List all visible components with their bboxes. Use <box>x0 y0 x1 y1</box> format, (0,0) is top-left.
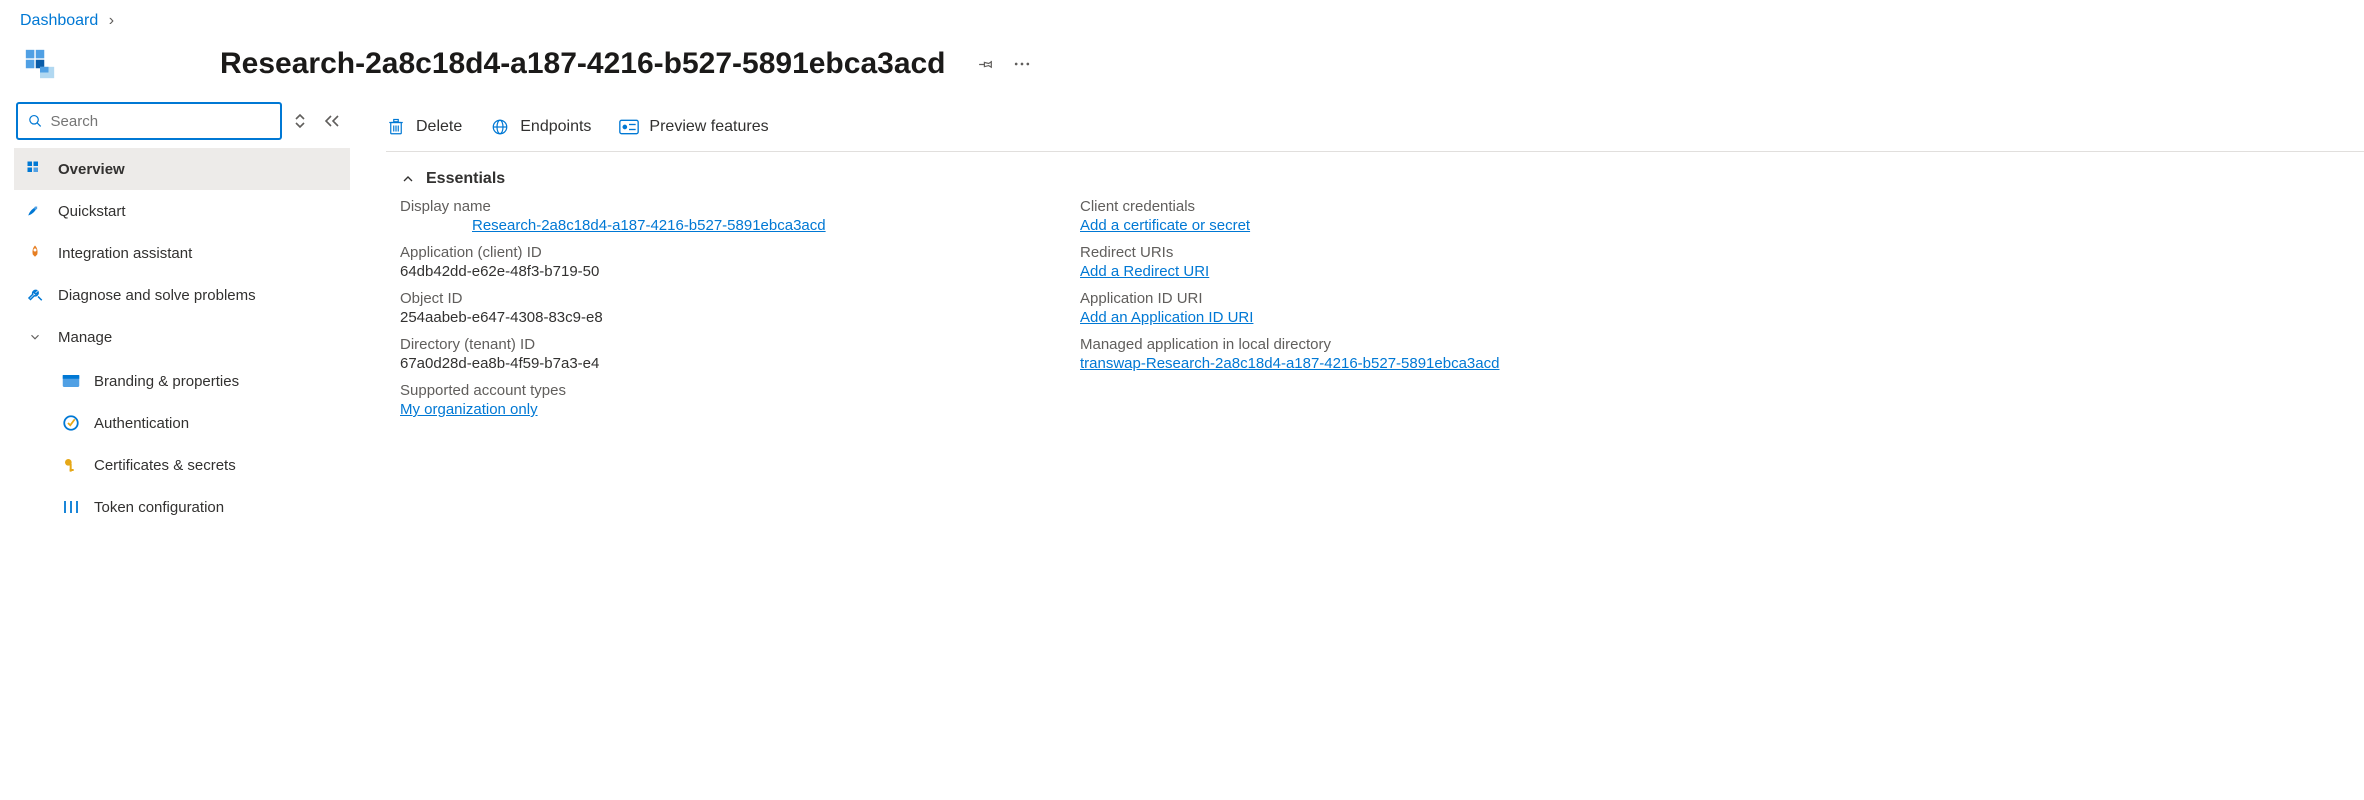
toolbar-label: Preview features <box>649 118 768 136</box>
field-object-id: Object ID 254aabeb-e647-4308-83c9-e8 <box>400 290 1040 326</box>
pin-icon <box>977 55 995 73</box>
sort-toggle[interactable] <box>294 113 312 129</box>
preview-icon <box>619 117 639 137</box>
pin-button[interactable] <box>968 46 1004 82</box>
breadcrumb-separator-icon: › <box>109 12 114 29</box>
sidebar-item-label: Token configuration <box>94 499 224 516</box>
chevron-down-icon <box>22 330 48 344</box>
sidebar-group-manage[interactable]: Manage <box>14 316 350 358</box>
sidebar-item-label: Branding & properties <box>94 373 239 390</box>
field-value: 64db42dd-e62e-48f3-b719-50 <box>400 263 1040 280</box>
field-label: Object ID <box>400 290 1040 307</box>
breadcrumb-dashboard[interactable]: Dashboard <box>20 12 98 29</box>
field-application-id: Application (client) ID 64db42dd-e62e-48… <box>400 244 1040 280</box>
field-account-types: Supported account types My organization … <box>400 382 1040 418</box>
breadcrumb: Dashboard › <box>0 0 2364 34</box>
field-label: Application ID URI <box>1080 290 2364 307</box>
field-label: Client credentials <box>1080 198 2364 215</box>
more-icon <box>1012 54 1032 74</box>
main-panel: Delete Endpoints Preview features Essent… <box>350 102 2364 528</box>
key-icon <box>58 456 84 474</box>
account-types-link[interactable]: My organization only <box>400 401 538 418</box>
auth-icon <box>58 414 84 432</box>
page-title: Research-2a8c18d4-a187-4216-b527-5891ebc… <box>220 47 946 81</box>
search-box[interactable] <box>16 102 282 140</box>
sidebar-nav: Overview Quickstart Integration assistan… <box>14 148 350 358</box>
more-button[interactable] <box>1004 46 1040 82</box>
trash-icon <box>386 117 406 137</box>
sidebar-item-label: Diagnose and solve problems <box>58 287 256 304</box>
app-registration-icon <box>20 44 60 84</box>
add-redirect-uri-link[interactable]: Add a Redirect URI <box>1080 263 1209 280</box>
preview-features-button[interactable]: Preview features <box>619 117 768 137</box>
sidebar-item-label: Certificates & secrets <box>94 457 236 474</box>
sidebar-group-label: Manage <box>58 329 112 346</box>
sidebar-item-quickstart[interactable]: Quickstart <box>14 190 350 232</box>
sidebar-item-token-config[interactable]: Token configuration <box>14 486 350 528</box>
field-tenant-id: Directory (tenant) ID 67a0d28d-ea8b-4f59… <box>400 336 1040 372</box>
sort-icon <box>294 113 306 129</box>
sidebar-item-diagnose[interactable]: Diagnose and solve problems <box>14 274 350 316</box>
quickstart-icon <box>22 202 48 220</box>
field-app-id-uri: Application ID URI Add an Application ID… <box>1080 290 2364 326</box>
field-display-name: Display name Research-2a8c18d4-a187-4216… <box>400 198 1040 234</box>
field-value: 67a0d28d-ea8b-4f59-b7a3-e4 <box>400 355 1040 372</box>
delete-button[interactable]: Delete <box>386 117 462 137</box>
add-certificate-link[interactable]: Add a certificate or secret <box>1080 217 1250 234</box>
branding-icon <box>58 374 84 388</box>
managed-app-link[interactable]: transwap-Research-2a8c18d4-a187-4216-b52… <box>1080 355 1499 372</box>
field-label: Managed application in local directory <box>1080 336 2364 353</box>
sidebar-item-authentication[interactable]: Authentication <box>14 402 350 444</box>
collapse-icon <box>324 114 340 128</box>
globe-icon <box>490 117 510 137</box>
add-app-id-uri-link[interactable]: Add an Application ID URI <box>1080 309 1253 326</box>
wrench-icon <box>22 286 48 304</box>
sidebar-item-certificates[interactable]: Certificates & secrets <box>14 444 350 486</box>
search-icon <box>28 113 43 129</box>
endpoints-button[interactable]: Endpoints <box>490 117 591 137</box>
essentials-toggle[interactable]: Essentials <box>386 152 2364 198</box>
sidebar-item-label: Quickstart <box>58 203 126 220</box>
display-name-link[interactable]: Research-2a8c18d4-a187-4216-b527-5891ebc… <box>472 217 826 234</box>
sidebar-item-integration-assistant[interactable]: Integration assistant <box>14 232 350 274</box>
field-label: Display name <box>400 198 1040 215</box>
collapse-sidebar-button[interactable] <box>324 114 342 128</box>
search-input[interactable] <box>51 113 270 130</box>
field-redirect-uris: Redirect URIs Add a Redirect URI <box>1080 244 2364 280</box>
toolbar-label: Delete <box>416 118 462 136</box>
token-icon <box>58 498 84 516</box>
field-label: Application (client) ID <box>400 244 1040 261</box>
sidebar-item-label: Integration assistant <box>58 245 192 262</box>
sidebar-item-overview[interactable]: Overview <box>14 148 350 190</box>
field-label: Redirect URIs <box>1080 244 2364 261</box>
sidebar-item-branding[interactable]: Branding & properties <box>14 360 350 402</box>
field-client-credentials: Client credentials Add a certificate or … <box>1080 198 2364 234</box>
toolbar: Delete Endpoints Preview features <box>386 102 2364 152</box>
overview-icon <box>22 160 48 178</box>
field-label: Directory (tenant) ID <box>400 336 1040 353</box>
field-value: 254aabeb-e647-4308-83c9-e8 <box>400 309 1040 326</box>
sidebar-item-label: Authentication <box>94 415 189 432</box>
chevron-up-icon <box>400 171 416 187</box>
field-managed-application: Managed application in local directory t… <box>1080 336 2364 372</box>
sidebar-item-label: Overview <box>58 161 125 178</box>
page-header: Research-2a8c18d4-a187-4216-b527-5891ebc… <box>0 34 2364 102</box>
sidebar-nav-manage: Branding & properties Authentication Cer… <box>14 360 350 528</box>
essentials-header-label: Essentials <box>426 170 505 188</box>
rocket-icon <box>22 244 48 262</box>
toolbar-label: Endpoints <box>520 118 591 136</box>
essentials-grid: Display name Research-2a8c18d4-a187-4216… <box>386 198 2364 428</box>
field-label: Supported account types <box>400 382 1040 399</box>
sidebar: Overview Quickstart Integration assistan… <box>0 102 350 528</box>
